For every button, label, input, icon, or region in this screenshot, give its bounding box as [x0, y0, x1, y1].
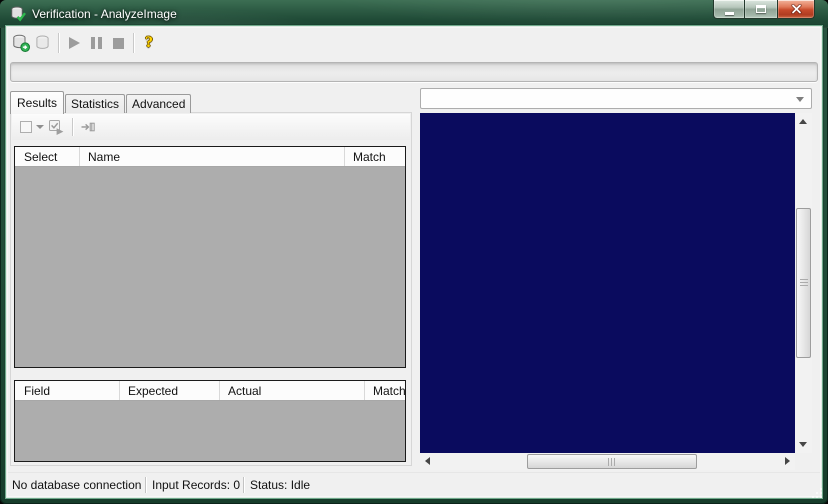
- results-toolbar: [12, 114, 410, 140]
- maximize-icon: [756, 5, 766, 13]
- stop-button[interactable]: [107, 32, 129, 54]
- checkbox-icon: [20, 121, 32, 133]
- disconnect-database-button[interactable]: [32, 32, 54, 54]
- client-area: ? Results Statistics Advanced Select Nam…: [8, 28, 820, 496]
- tab-strip: Results Statistics Advanced: [10, 90, 192, 114]
- run-button[interactable]: [63, 32, 85, 54]
- scrollbar-grip-icon: [608, 458, 616, 466]
- database-connect-icon: [13, 34, 30, 52]
- database-check-icon: [10, 6, 26, 22]
- image-selector-combobox[interactable]: [420, 88, 812, 109]
- minimize-icon: [724, 11, 734, 15]
- status-connection: No database connection: [12, 477, 142, 492]
- play-icon: [68, 37, 80, 49]
- maximize-button[interactable]: [745, 0, 777, 19]
- minimize-button[interactable]: [713, 0, 745, 19]
- connect-database-button[interactable]: [10, 32, 32, 54]
- check-apply-icon: [49, 119, 64, 135]
- results-tab-page: Select Name Match Field Expected Actual …: [10, 112, 412, 466]
- column-header-name[interactable]: Name: [80, 147, 345, 166]
- main-toolbar: ?: [8, 28, 820, 58]
- help-button[interactable]: ?: [138, 32, 160, 54]
- horizontal-scrollbar[interactable]: [420, 453, 795, 470]
- window-title: Verification - AnalyzeImage: [32, 7, 177, 21]
- toolbar-separator: [133, 33, 134, 53]
- send-to-icon: [81, 122, 95, 132]
- results-table: Select Name Match: [14, 146, 406, 368]
- pause-icon: [90, 37, 102, 49]
- app-window: Verification - AnalyzeImage ? Results St…: [0, 0, 828, 504]
- resize-grip-icon[interactable]: [812, 488, 824, 500]
- close-button[interactable]: [777, 0, 815, 19]
- chevron-down-icon: [36, 125, 44, 129]
- select-rows-dropdown-button[interactable]: [18, 116, 46, 138]
- scrollbar-grip-icon: [800, 279, 808, 287]
- stop-icon: [112, 37, 124, 49]
- tab-advanced[interactable]: Advanced: [126, 94, 192, 113]
- scroll-up-icon[interactable]: [799, 119, 807, 124]
- column-header-actual[interactable]: Actual: [220, 381, 365, 400]
- status-input-records: Input Records: 0: [152, 477, 241, 492]
- title-bar[interactable]: Verification - AnalyzeImage: [0, 0, 828, 28]
- scroll-down-icon[interactable]: [799, 442, 807, 447]
- chevron-down-icon: [796, 97, 804, 102]
- column-header-match[interactable]: Match: [365, 381, 405, 400]
- scroll-left-icon[interactable]: [425, 457, 430, 465]
- details-table: Field Expected Actual Match: [14, 380, 406, 462]
- database-disconnect-icon: [36, 35, 49, 49]
- column-header-match[interactable]: Match: [345, 147, 405, 166]
- column-header-field[interactable]: Field: [15, 381, 120, 400]
- progress-bar: [10, 62, 818, 82]
- apply-selection-button[interactable]: [46, 116, 67, 138]
- window-controls: [713, 0, 815, 19]
- tab-statistics[interactable]: Statistics: [65, 94, 126, 113]
- image-viewer: [420, 113, 812, 470]
- image-canvas: [420, 113, 795, 453]
- send-to-button[interactable]: [78, 116, 98, 138]
- status-bar: No database connection Input Records: 0 …: [8, 472, 820, 496]
- help-icon: ?: [145, 34, 153, 51]
- scroll-right-icon[interactable]: [785, 457, 790, 465]
- tab-results[interactable]: Results: [10, 91, 65, 114]
- results-table-header: Select Name Match: [15, 147, 405, 167]
- scrollbar-corner: [795, 453, 812, 470]
- details-table-header: Field Expected Actual Match: [15, 381, 405, 401]
- toolbar-separator: [72, 118, 73, 136]
- vertical-scrollbar[interactable]: [795, 113, 812, 453]
- vertical-scrollbar-thumb[interactable]: [796, 208, 811, 358]
- column-header-expected[interactable]: Expected: [120, 381, 220, 400]
- status-state: Status: Idle: [250, 477, 311, 492]
- toolbar-separator: [58, 33, 59, 53]
- horizontal-scrollbar-thumb[interactable]: [527, 454, 697, 469]
- column-header-select[interactable]: Select: [15, 147, 80, 166]
- close-icon: [790, 4, 802, 14]
- pause-button[interactable]: [85, 32, 107, 54]
